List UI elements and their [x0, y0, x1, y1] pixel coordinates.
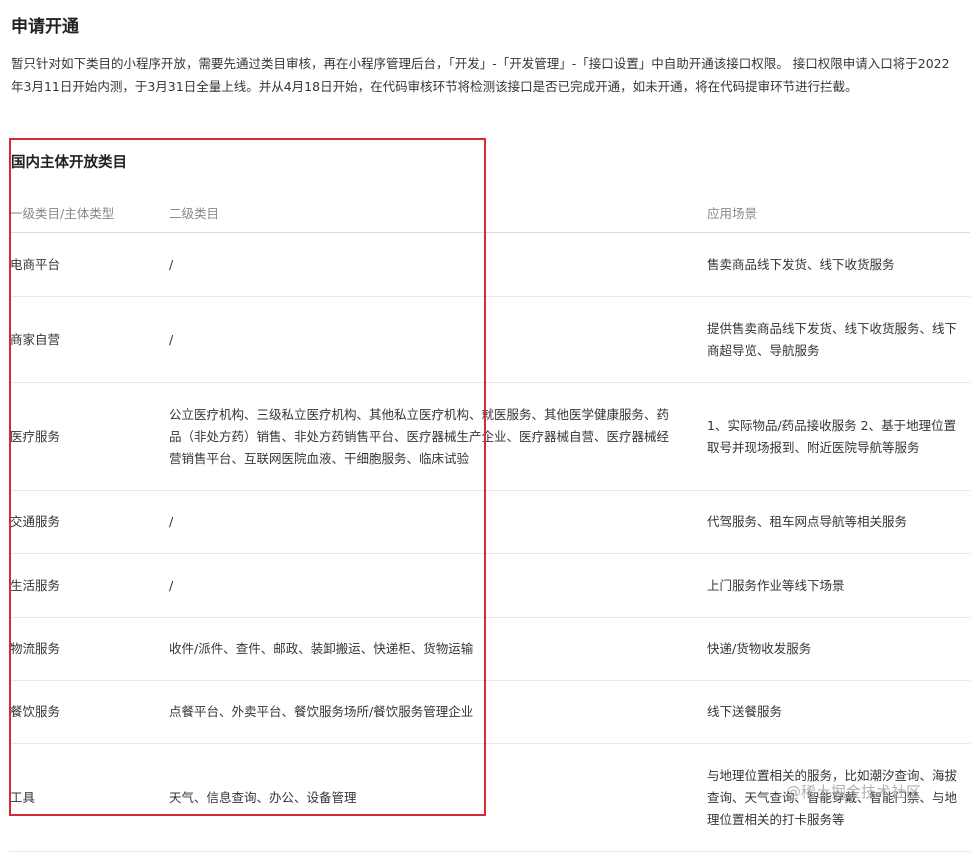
cell-scene: 代驾服务、租车网点导航等相关服务 — [706, 490, 970, 554]
cell-scene: 提供售卖商品线下发货、线下收货服务、线下商超导览、导航服务 — [706, 296, 970, 383]
cell-secondary: 公立医疗机构、三级私立医疗机构、其他私立医疗机构、就医服务、其他医学健康服务、药… — [168, 382, 706, 491]
table-header-row: 一级类目/主体类型 二级类目 应用场景 — [9, 192, 970, 233]
table-row: 医疗服务 公立医疗机构、三级私立医疗机构、其他私立医疗机构、就医服务、其他医学健… — [9, 382, 970, 491]
header-secondary-category: 二级类目 — [168, 192, 706, 233]
cell-scene: 快递/货物收发服务 — [706, 617, 970, 681]
watermark: @稀土掘金技术社区 — [786, 783, 922, 801]
cell-primary: 医疗服务 — [9, 382, 168, 491]
intro-paragraph: 暂只针对如下类目的小程序开放，需要先通过类目审核，再在小程序管理后台，「开发」-… — [11, 56, 950, 94]
table-row: 物流服务 收件/派件、查件、邮政、装卸搬运、快递柜、货物运输 快递/货物收发服务 — [9, 617, 970, 681]
cell-secondary: / — [168, 296, 706, 383]
category-table: 一级类目/主体类型 二级类目 应用场景 电商平台 / 售卖商品线下发货、线下收货… — [9, 192, 970, 852]
table-row: 电商平台 / 售卖商品线下发货、线下收货服务 — [9, 232, 970, 297]
table-row: 生活服务 / 上门服务作业等线下场景 — [9, 553, 970, 618]
cell-scene: 1、实际物品/药品接收服务 2、基于地理位置取号并现场报到、附近医院导航等服务 — [706, 382, 970, 491]
cell-secondary: / — [168, 490, 706, 554]
cell-scene: 售卖商品线下发货、线下收货服务 — [706, 232, 970, 297]
cell-primary: 工具 — [9, 743, 168, 852]
table-row: 交通服务 / 代驾服务、租车网点导航等相关服务 — [9, 490, 970, 554]
section-title: 国内主体开放类目 — [11, 155, 127, 171]
cell-secondary: 收件/派件、查件、邮政、装卸搬运、快递柜、货物运输 — [168, 617, 706, 681]
table-row: 商家自营 / 提供售卖商品线下发货、线下收货服务、线下商超导览、导航服务 — [9, 296, 970, 383]
header-primary-category: 一级类目/主体类型 — [9, 192, 168, 233]
cell-primary: 物流服务 — [9, 617, 168, 681]
cell-secondary: / — [168, 553, 706, 618]
table-row: 餐饮服务 点餐平台、外卖平台、餐饮服务场所/餐饮服务管理企业 线下送餐服务 — [9, 680, 970, 744]
cell-primary: 交通服务 — [9, 490, 168, 554]
page-title: 申请开通 — [11, 17, 79, 37]
cell-primary: 生活服务 — [9, 553, 168, 618]
cell-primary: 商家自营 — [9, 296, 168, 383]
cell-primary: 电商平台 — [9, 232, 168, 297]
header-scene: 应用场景 — [706, 192, 970, 233]
cell-secondary: 点餐平台、外卖平台、餐饮服务场所/餐饮服务管理企业 — [168, 680, 706, 744]
cell-primary: 餐饮服务 — [9, 680, 168, 744]
cell-secondary: / — [168, 232, 706, 297]
cell-scene: 线下送餐服务 — [706, 680, 970, 744]
cell-secondary: 天气、信息查询、办公、设备管理 — [168, 743, 706, 852]
cell-scene: 上门服务作业等线下场景 — [706, 553, 970, 618]
